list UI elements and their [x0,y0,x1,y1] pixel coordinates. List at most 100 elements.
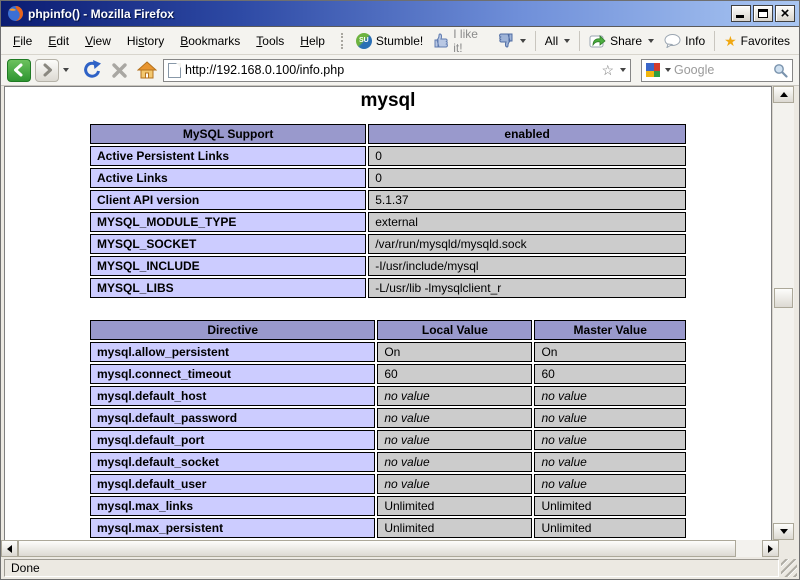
horizontal-scrollbar-track[interactable] [736,540,762,557]
page-content: mysql MySQL Support enabled Active Persist… [4,86,772,540]
directive-name-cell: mysql.max_persistent [90,518,376,538]
menu-edit[interactable]: Edit [40,31,77,51]
directive-name-cell: Active Persistent Links [90,146,367,166]
like-label: I like it! [453,26,478,55]
url-input[interactable]: http://192.168.0.100/info.php [185,63,597,77]
google-engine-icon[interactable] [646,63,660,77]
directive-name-cell: MYSQL_LIBS [90,278,367,298]
table-row: mysql.default_host no value no value [90,386,686,406]
table-row: Active Links 0 [90,168,686,188]
share-dropdown-icon [648,38,655,43]
page-title: mysql [360,90,416,111]
table-row: Client API version 5.1.37 [90,190,686,210]
search-engine-dropdown-icon[interactable] [665,68,671,72]
directive-name-cell: mysql.default_port [90,430,376,450]
info-button[interactable]: Info [659,32,710,50]
directive-name-cell: Active Links [90,168,367,188]
back-forward-dropdown-icon[interactable] [63,68,69,72]
stop-button[interactable] [107,59,131,82]
dislike-button[interactable] [493,31,531,50]
menu-history[interactable]: History [119,31,172,51]
maximize-icon [758,9,768,18]
table-row: mysql.max_persistent Unlimited Unlimited [90,518,686,538]
value-cell: no value [534,386,686,406]
horizontal-scrollbar-thumb[interactable] [18,540,736,557]
minimize-icon [736,15,744,18]
table-row: mysql.default_user no value no value [90,474,686,494]
value-cell: Unlimited [534,496,686,516]
value-cell: no value [377,408,533,428]
directive-name-cell: mysql.default_host [90,386,376,406]
url-dropdown-icon[interactable] [620,68,626,72]
firefox-icon [7,5,24,22]
toolbar-grippy[interactable] [340,32,345,49]
menu-view[interactable]: View [77,31,119,51]
horizontal-scrollbar[interactable] [1,540,779,557]
value-cell: no value [534,452,686,472]
value-cell: no value [534,430,686,450]
vertical-scrollbar[interactable] [772,86,794,540]
browser-content-area: mysql MySQL Support enabled Active Persist… [1,86,799,540]
table-row: mysql.default_port no value no value [90,430,686,450]
table-row: mysql.connect_timeout 60 60 [90,364,686,384]
vertical-scrollbar-thumb[interactable] [774,288,793,308]
directive-name-cell: mysql.connect_timeout [90,364,376,384]
close-button[interactable]: × [775,5,795,22]
resize-grip[interactable] [781,559,797,577]
value-cell: /var/run/mysqld/mysqld.sock [368,234,686,254]
menu-accelerator: F [13,33,21,48]
table-row: MYSQL_MODULE_TYPE external [90,212,686,232]
menu-bookmarks[interactable]: Bookmarks [172,31,248,51]
left-arrow-icon [7,544,12,553]
table-header-cell: Master Value [534,320,686,340]
favorites-label: Favorites [740,33,790,48]
menu-accelerator: B [180,33,189,48]
all-dropdown-button[interactable]: All [540,32,575,50]
page-icon [168,62,181,78]
value-cell: no value [377,474,533,494]
dislike-dropdown-icon [519,38,526,43]
thumbs-up-icon [433,33,449,48]
info-label: Info [685,33,706,48]
stumbleupon-icon: SU [355,32,372,49]
scroll-up-button[interactable] [773,86,794,103]
home-button[interactable] [135,59,159,82]
table-header-cell: MySQL Support [90,124,367,144]
all-label: All [544,33,559,48]
menu-bar: File Edit View History Bookmarks Tools Help SU… [1,27,799,55]
forward-button[interactable] [35,58,59,82]
menu-help[interactable]: Help [292,31,333,51]
table-header-cell: Directive [90,320,376,340]
directive-name-cell: mysql.max_links [90,496,376,516]
directive-name-cell: mysql.default_socket [90,452,376,472]
address-bar[interactable]: http://192.168.0.100/info.php ☆ [163,58,631,82]
favorites-button[interactable]: ★ Favorites [719,32,795,50]
search-magnifier-icon[interactable] [773,63,788,78]
maximize-button[interactable] [753,5,773,22]
scroll-down-button[interactable] [773,523,794,540]
menu-file[interactable]: File [5,31,40,51]
back-button[interactable] [7,58,31,82]
scroll-left-button[interactable] [1,540,18,557]
home-icon [137,61,157,79]
scroll-right-button[interactable] [762,540,779,557]
navigation-bar: http://192.168.0.100/info.php ☆ Google [1,55,799,86]
title-bar[interactable]: phpinfo() - Mozilla Firefox × [1,1,799,27]
scrollbar-corner [779,540,799,557]
search-box[interactable]: Google [641,58,793,82]
share-button[interactable]: Share [584,31,659,50]
stumble-button[interactable]: SU Stumble! [351,31,428,51]
mysql-directives-table: Directive Local Value Master Value mysql.al… [88,318,688,540]
menu-accelerator: H [300,33,309,48]
table-row: mysql.default_socket no value no value [90,452,686,472]
menu-tools[interactable]: Tools [248,31,292,51]
reload-button[interactable] [79,59,103,82]
directive-name-cell: mysql.default_password [90,408,376,428]
like-button[interactable]: I like it! [428,25,493,57]
mysql-support-table: MySQL Support enabled Active Persistent Li… [88,122,688,300]
minimize-button[interactable] [731,5,751,22]
vertical-scrollbar-track[interactable] [773,103,794,523]
bookmark-star-icon[interactable]: ☆ [601,63,614,77]
search-input[interactable]: Google [674,63,770,77]
value-cell: 0 [368,168,686,188]
